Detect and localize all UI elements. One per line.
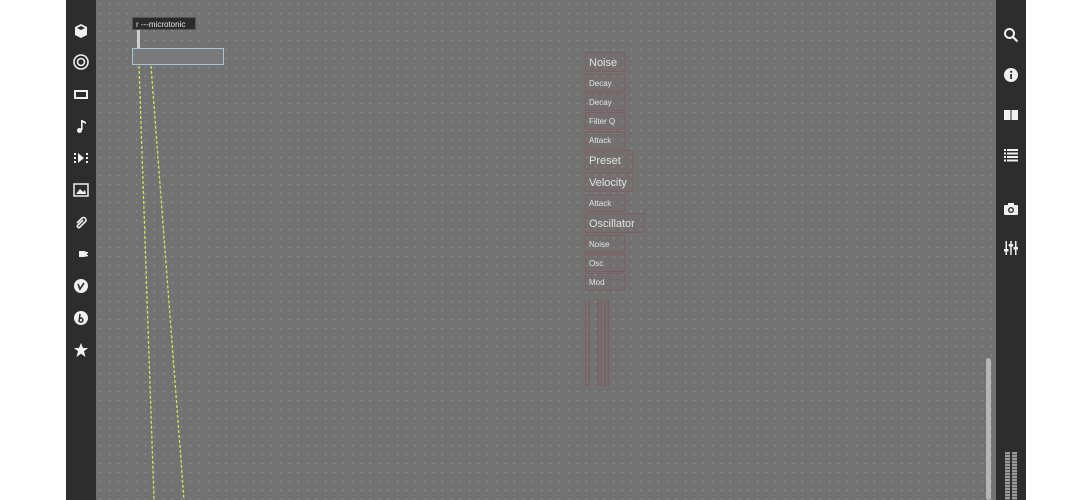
left-toolbar	[66, 0, 96, 500]
parameter-label-decay[interactable]: Decay	[585, 74, 625, 92]
parameter-label-mod[interactable]: Mod	[585, 273, 625, 291]
playlist-icon[interactable]	[66, 146, 96, 170]
route-object[interactable]	[132, 48, 224, 65]
parameter-label-preset[interactable]: Preset	[585, 150, 633, 170]
parameter-label-velocity[interactable]: Velocity	[585, 172, 633, 192]
image-icon[interactable]	[66, 178, 96, 202]
info-icon[interactable]	[996, 63, 1026, 87]
book-icon[interactable]	[996, 103, 1026, 127]
list-icon[interactable]	[996, 143, 1026, 167]
package-icon[interactable]	[66, 19, 96, 43]
search-icon[interactable]	[996, 23, 1026, 47]
patcher-canvas[interactable]: r ---microtonic Noise Decay Decay Filter…	[96, 0, 996, 500]
parameter-label-osc[interactable]: Osc	[585, 254, 625, 272]
output-level-meter	[1005, 452, 1010, 500]
level-meter	[604, 300, 609, 386]
patch-cord-connector	[137, 30, 140, 48]
parameter-label-noise[interactable]: Noise	[585, 52, 625, 72]
max-patcher-window: r ---microtonic Noise Decay Decay Filter…	[66, 0, 1026, 500]
parameter-label-noise[interactable]: Noise	[585, 235, 625, 253]
parameter-label-attack[interactable]: Attack	[585, 131, 625, 149]
right-toolbar	[996, 0, 1026, 500]
level-meter	[597, 300, 602, 386]
receive-object[interactable]: r ---microtonic	[132, 17, 196, 30]
vimeo-icon[interactable]	[66, 274, 96, 298]
parameter-label-attack[interactable]: Attack	[585, 194, 625, 212]
level-meter	[585, 300, 590, 386]
output-level-meter	[1012, 452, 1017, 500]
parameter-label-oscillator[interactable]: Oscillator	[585, 213, 645, 233]
patch-cords	[138, 65, 185, 500]
film-icon[interactable]	[66, 82, 96, 106]
music-note-icon[interactable]	[66, 114, 96, 138]
parameter-label-decay[interactable]: Decay	[585, 93, 625, 111]
parameter-label-filter-q[interactable]: Filter Q	[585, 112, 625, 130]
plug-icon[interactable]	[66, 242, 96, 266]
camera-icon[interactable]	[996, 197, 1026, 221]
star-icon[interactable]	[66, 338, 96, 362]
vertical-scrollbar[interactable]	[986, 358, 991, 500]
target-icon[interactable]	[66, 50, 96, 74]
bold-b-icon[interactable]	[66, 306, 96, 330]
paperclip-icon[interactable]	[66, 210, 96, 234]
mixer-icon[interactable]	[996, 236, 1026, 260]
